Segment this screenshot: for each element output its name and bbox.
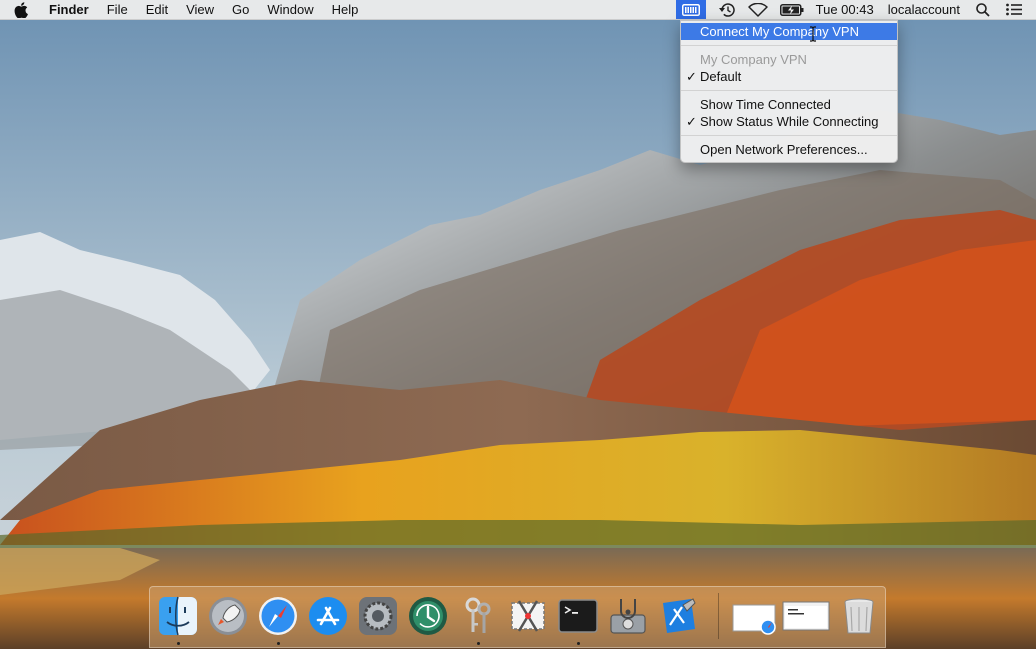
menu-bar-clock[interactable]: Tue 00:43	[810, 0, 880, 19]
vpn-icon[interactable]	[675, 0, 706, 19]
menu-item-show-status[interactable]: ✓ Show Status While Connecting	[681, 113, 897, 130]
menu-item-show-time-connected[interactable]: Show Time Connected	[681, 96, 897, 113]
menu-separator	[681, 90, 897, 91]
apple-menu-icon[interactable]	[0, 0, 40, 19]
checkmark-icon: ✓	[686, 114, 697, 129]
app-menu-finder[interactable]: Finder	[40, 0, 98, 19]
menu-item-label: Open Network Preferences...	[700, 142, 868, 157]
dock-minimized-terminal-window[interactable]	[782, 595, 830, 637]
menu-bar-user[interactable]: localaccount	[880, 0, 968, 19]
menu-item-label: My Company VPN	[700, 52, 807, 67]
dock-launchpad-icon[interactable]	[207, 595, 249, 637]
dock-minimized-safari-window[interactable]	[732, 595, 778, 637]
vpn-dropdown-menu: Connect My Company VPN My Company VPN ✓ …	[680, 20, 898, 163]
dock-terminal-icon[interactable]	[557, 595, 599, 637]
dock	[149, 586, 886, 648]
dock-trash-icon[interactable]	[838, 595, 880, 637]
notification-center-icon[interactable]	[998, 0, 1036, 19]
dock-safari-icon[interactable]	[257, 595, 299, 637]
menu-item-default[interactable]: ✓ Default	[681, 68, 897, 85]
wifi-icon[interactable]	[742, 0, 774, 19]
menu-bar-right: Tue 00:43 localaccount	[675, 0, 1036, 19]
checkmark-icon: ✓	[686, 69, 697, 84]
menu-bar-left: Finder File Edit View Go Window Help	[0, 0, 367, 19]
menu-go[interactable]: Go	[223, 0, 258, 19]
menu-item-open-network-preferences[interactable]: Open Network Preferences...	[681, 141, 897, 158]
running-indicator	[577, 642, 580, 645]
menu-help[interactable]: Help	[323, 0, 368, 19]
menu-item-label: Connect My Company VPN	[700, 24, 859, 39]
menu-separator	[681, 45, 897, 46]
dock-keychain-access-icon[interactable]	[457, 595, 499, 637]
dock-system-preferences-icon[interactable]	[357, 595, 399, 637]
text-cursor-icon	[810, 26, 816, 42]
menu-item-label: Default	[700, 69, 742, 84]
battery-icon[interactable]	[774, 0, 810, 19]
dock-screenshot-icon[interactable]	[507, 595, 549, 637]
dock-disk-utility-icon[interactable]	[607, 595, 649, 637]
menu-view[interactable]: View	[177, 0, 223, 19]
running-indicator	[277, 642, 280, 645]
dock-app-store-icon[interactable]	[307, 595, 349, 637]
time-machine-icon[interactable]	[712, 0, 742, 19]
dock-divider	[718, 593, 719, 639]
menu-separator	[681, 135, 897, 136]
menu-window[interactable]: Window	[258, 0, 322, 19]
menu-bar: Finder File Edit View Go Window Help Tue…	[0, 0, 1036, 20]
dock-time-machine-icon[interactable]	[407, 595, 449, 637]
menu-file[interactable]: File	[98, 0, 137, 19]
dock-finder-icon[interactable]	[157, 595, 199, 637]
menu-item-vpn-header: My Company VPN	[681, 51, 897, 68]
spotlight-icon[interactable]	[968, 0, 998, 19]
menu-item-label: Show Status While Connecting	[700, 114, 879, 129]
running-indicator	[177, 642, 180, 645]
menu-item-connect-vpn[interactable]: Connect My Company VPN	[681, 23, 897, 40]
menu-edit[interactable]: Edit	[137, 0, 177, 19]
dock-xcode-icon[interactable]	[657, 595, 699, 637]
running-indicator	[477, 642, 480, 645]
menu-item-label: Show Time Connected	[700, 97, 831, 112]
